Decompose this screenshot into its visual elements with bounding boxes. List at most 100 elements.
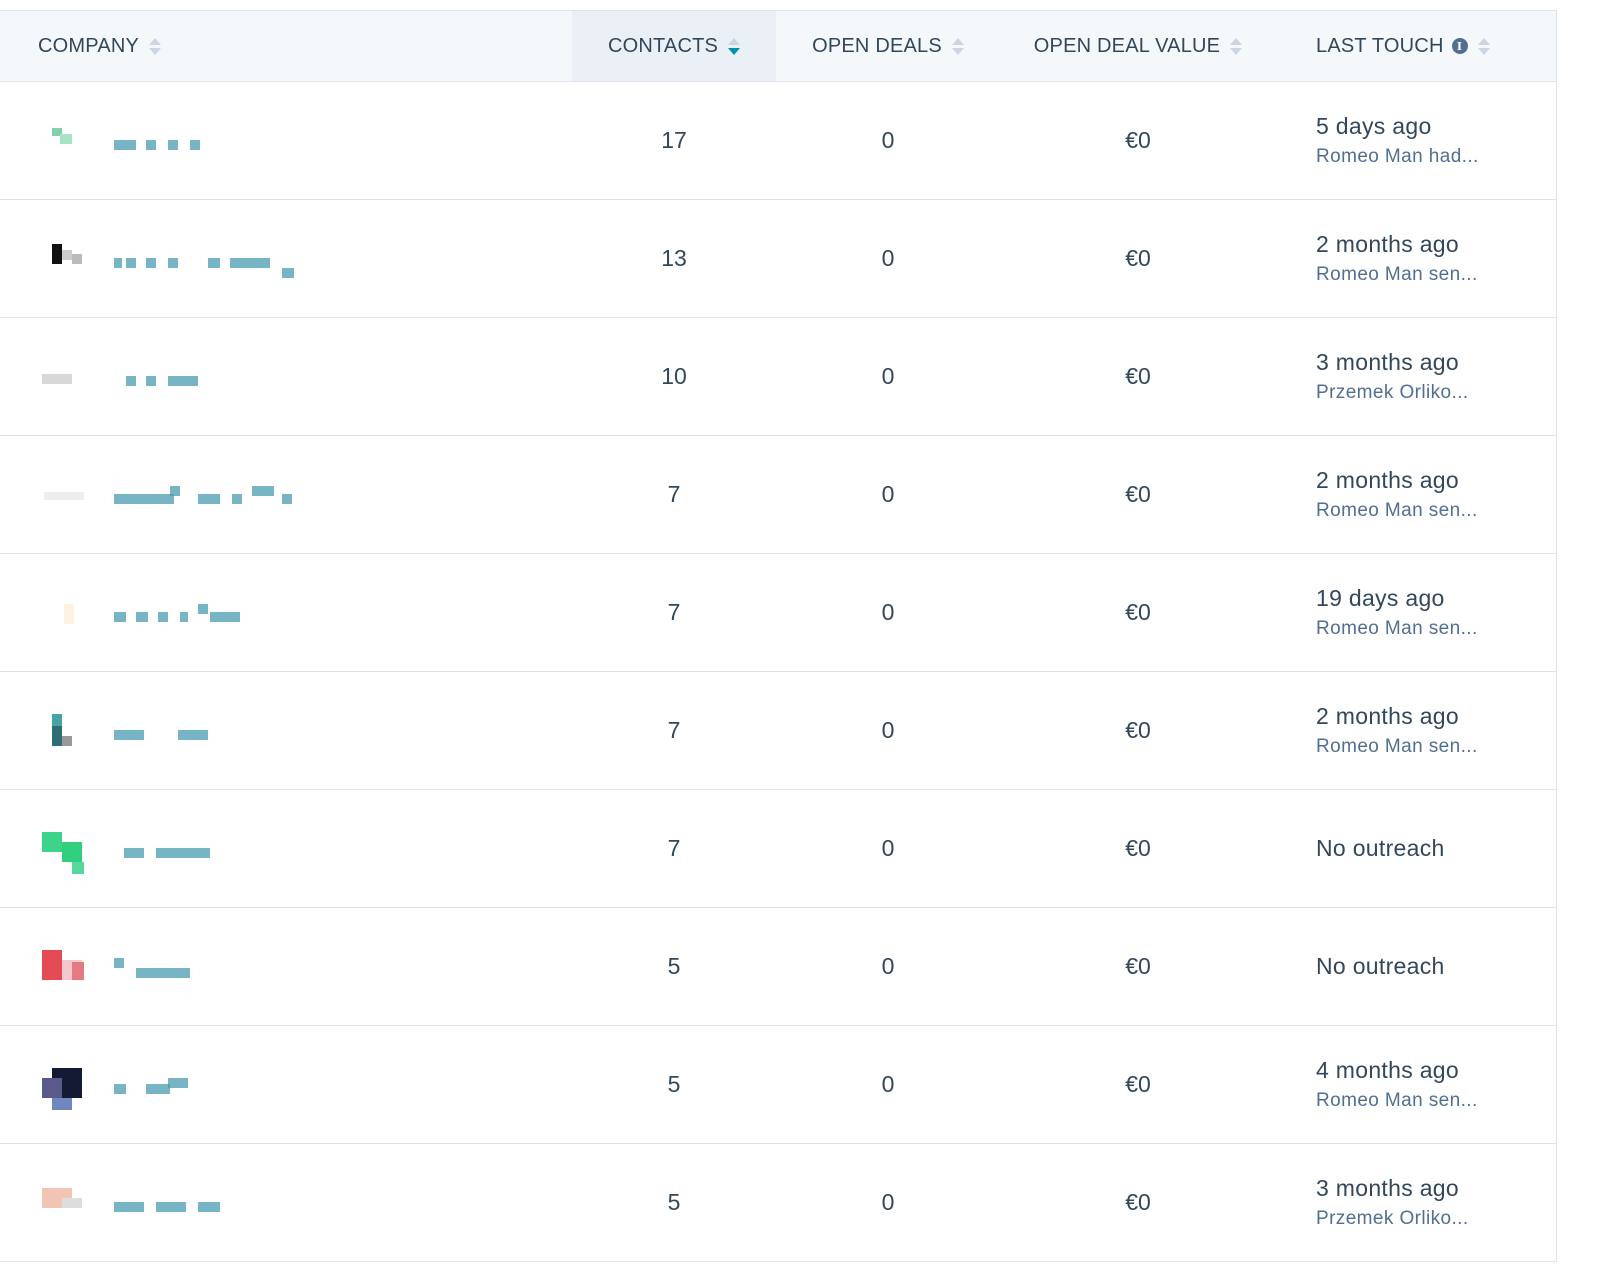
last-touch-cell: 5 days ago Romeo Man had... [1316, 82, 1556, 199]
open-deals-count: 0 [881, 717, 895, 743]
last-touch-detail: Przemek Orliko... [1316, 1208, 1469, 1229]
company-name-redacted[interactable] [114, 958, 304, 982]
last-touch-cell: 19 days ago Romeo Man sen... [1316, 554, 1556, 671]
last-touch-time: 3 months ago [1316, 349, 1459, 375]
company-logo-icon [42, 596, 84, 638]
column-header-last-touch[interactable]: LAST TOUCH i [1316, 11, 1536, 81]
company-name-redacted[interactable] [114, 724, 304, 746]
table-body: 17 0 €0 5 days ago Romeo Man had... 13 0… [0, 82, 1556, 1262]
last-touch-detail: Romeo Man sen... [1316, 500, 1478, 521]
column-header-contacts[interactable]: CONTACTS [572, 11, 776, 81]
company-cell[interactable] [0, 436, 352, 553]
company-cell[interactable] [0, 790, 352, 907]
table-row[interactable]: 5 0 €0 No outreach [0, 908, 1556, 1026]
company-name-redacted[interactable] [114, 486, 304, 510]
contacts-count: 13 [661, 245, 687, 271]
open-deals-count: 0 [881, 481, 895, 507]
sort-arrows-icon[interactable] [149, 37, 162, 55]
sort-arrows-icon[interactable] [951, 37, 964, 55]
open-deal-value: €0 [1125, 599, 1151, 625]
company-cell[interactable] [0, 82, 352, 199]
column-label: LAST TOUCH [1316, 34, 1444, 57]
company-name-redacted[interactable] [114, 842, 304, 864]
open-deal-value: €0 [1125, 1189, 1151, 1215]
info-icon[interactable]: i [1451, 38, 1468, 54]
company-name-redacted[interactable] [114, 604, 304, 628]
open-deals-count: 0 [881, 599, 895, 625]
company-logo-icon [42, 124, 84, 166]
contacts-count: 7 [667, 717, 681, 743]
company-name-redacted[interactable] [114, 1196, 304, 1218]
company-logo-icon [42, 242, 84, 284]
contacts-count: 7 [667, 599, 681, 625]
table-row[interactable]: 7 0 €0 19 days ago Romeo Man sen... [0, 554, 1556, 672]
open-deal-value: €0 [1125, 717, 1151, 743]
column-header-company[interactable]: COMPANY [38, 11, 338, 81]
last-touch-cell: No outreach [1316, 908, 1556, 1025]
open-deals-count: 0 [881, 1189, 895, 1215]
column-header-open-deals[interactable]: OPEN DEALS [788, 11, 988, 81]
company-cell[interactable] [0, 1144, 352, 1261]
sort-arrows-icon[interactable] [1230, 37, 1243, 55]
company-name-redacted[interactable] [114, 252, 304, 278]
open-deal-value: €0 [1125, 127, 1151, 153]
open-deal-value: €0 [1125, 481, 1151, 507]
company-name-redacted[interactable] [114, 1078, 304, 1100]
company-logo-icon [42, 950, 84, 992]
company-cell[interactable] [0, 1026, 352, 1143]
last-touch-cell: 3 months ago Przemek Orliko... [1316, 1144, 1556, 1261]
last-touch-time: 2 months ago [1316, 703, 1459, 729]
last-touch-time: 2 months ago [1316, 231, 1459, 257]
company-logo-icon [42, 1068, 84, 1110]
table-row[interactable]: 13 0 €0 2 months ago Romeo Man sen... [0, 200, 1556, 318]
last-touch-cell: 2 months ago Romeo Man sen... [1316, 672, 1556, 789]
table-row[interactable]: 5 0 €0 3 months ago Przemek Orliko... [0, 1144, 1556, 1262]
company-cell[interactable] [0, 318, 352, 435]
contacts-count: 5 [667, 1071, 681, 1097]
open-deals-count: 0 [881, 363, 895, 389]
company-logo-icon [42, 832, 84, 874]
open-deals-count: 0 [881, 835, 895, 861]
open-deal-value: €0 [1125, 953, 1151, 979]
column-header-open-deal-value[interactable]: OPEN DEAL VALUE [1000, 11, 1276, 81]
column-label: OPEN DEAL VALUE [1033, 34, 1221, 57]
table-row[interactable]: 7 0 €0 2 months ago Romeo Man sen... [0, 672, 1556, 790]
open-deals-count: 0 [881, 953, 895, 979]
last-touch-time: 5 days ago [1316, 113, 1432, 139]
table-header: COMPANY CONTACTS OPEN DEALS OPEN DEAL VA… [0, 11, 1556, 82]
company-name-redacted[interactable] [114, 370, 304, 392]
contacts-count: 5 [667, 1189, 681, 1215]
contacts-count: 7 [667, 481, 681, 507]
open-deals-count: 0 [881, 127, 895, 153]
last-touch-time: No outreach [1316, 953, 1445, 979]
open-deal-value: €0 [1125, 1071, 1151, 1097]
company-cell[interactable] [0, 672, 352, 789]
company-name-redacted[interactable] [114, 134, 304, 156]
open-deal-value: €0 [1125, 835, 1151, 861]
table-row[interactable]: 5 0 €0 4 months ago Romeo Man sen... [0, 1026, 1556, 1144]
last-touch-time: No outreach [1316, 835, 1445, 861]
table-row[interactable]: 10 0 €0 3 months ago Przemek Orliko... [0, 318, 1556, 436]
contacts-count: 5 [667, 953, 681, 979]
last-touch-cell: 4 months ago Romeo Man sen... [1316, 1026, 1556, 1143]
company-cell[interactable] [0, 908, 352, 1025]
column-label: OPEN DEALS [812, 34, 942, 57]
last-touch-cell: No outreach [1316, 790, 1556, 907]
company-cell[interactable] [0, 200, 352, 317]
sort-arrows-icon[interactable] [728, 37, 741, 55]
last-touch-cell: 2 months ago Romeo Man sen... [1316, 436, 1556, 553]
last-touch-time: 19 days ago [1316, 585, 1445, 611]
company-logo-icon [42, 478, 84, 520]
contacts-count: 10 [661, 363, 687, 389]
table-row[interactable]: 7 0 €0 No outreach [0, 790, 1556, 908]
table-row[interactable]: 7 0 €0 2 months ago Romeo Man sen... [0, 436, 1556, 554]
last-touch-time: 4 months ago [1316, 1057, 1459, 1083]
company-cell[interactable] [0, 554, 352, 671]
last-touch-detail: Romeo Man sen... [1316, 264, 1478, 285]
last-touch-cell: 2 months ago Romeo Man sen... [1316, 200, 1556, 317]
last-touch-detail: Romeo Man sen... [1316, 618, 1478, 639]
open-deal-value: €0 [1125, 245, 1151, 271]
open-deals-count: 0 [881, 245, 895, 271]
sort-arrows-icon[interactable] [1477, 37, 1490, 55]
table-row[interactable]: 17 0 €0 5 days ago Romeo Man had... [0, 82, 1556, 200]
